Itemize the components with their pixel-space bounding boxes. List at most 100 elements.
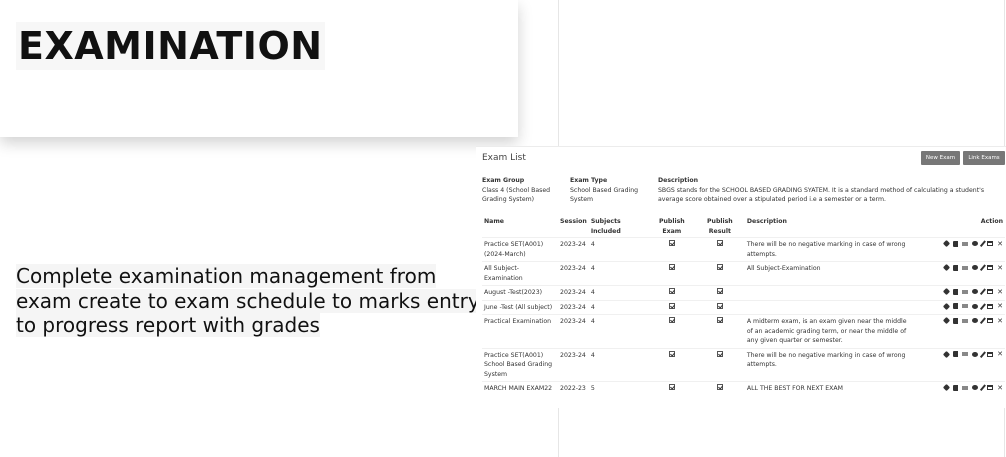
close-icon[interactable]: ✕ xyxy=(997,303,1003,310)
close-icon[interactable]: ✕ xyxy=(997,288,1003,295)
calendar-icon[interactable] xyxy=(987,241,994,246)
publish-exam-checkbox[interactable] xyxy=(668,317,675,323)
card-icon[interactable] xyxy=(961,241,968,246)
pencil-icon[interactable] xyxy=(979,350,986,358)
card-icon[interactable] xyxy=(961,385,968,390)
calendar-icon[interactable] xyxy=(987,318,994,323)
new-exam-button[interactable]: New Exam xyxy=(921,151,960,165)
calendar-icon[interactable] xyxy=(987,265,994,270)
tag-icon[interactable] xyxy=(942,263,950,272)
table-body: Practice SET(A001) (2024-March) 2023-24 4 T… xyxy=(482,237,1005,396)
exam-session-cell: 2023-24 xyxy=(558,237,589,262)
exam-description-cell: There will be no negative marking in cas… xyxy=(744,237,915,262)
exam-description-cell: All Subject-Examination xyxy=(744,261,915,286)
book-icon[interactable] xyxy=(952,384,958,391)
card-icon[interactable] xyxy=(961,289,968,294)
pencil-icon[interactable] xyxy=(979,317,986,324)
card-icon[interactable] xyxy=(961,304,968,308)
calendar-icon[interactable] xyxy=(987,289,994,294)
exam-subjects-cell: 4 xyxy=(588,347,649,382)
exam-subjects-cell: 5 xyxy=(588,381,649,396)
publish-result-cell xyxy=(694,285,745,300)
tag-icon[interactable] xyxy=(942,239,950,248)
action-icons: ✕ xyxy=(942,239,1003,248)
hero-description: Complete examination management from exa… xyxy=(16,264,486,338)
publish-exam-checkbox[interactable] xyxy=(668,302,675,309)
publish-result-checkbox[interactable] xyxy=(716,350,723,357)
comment-icon[interactable] xyxy=(971,351,978,357)
publish-exam-checkbox[interactable] xyxy=(668,350,675,357)
book-icon[interactable] xyxy=(952,303,958,309)
close-icon[interactable]: ✕ xyxy=(997,384,1003,391)
link-exams-button[interactable]: Link Exams xyxy=(963,151,1005,165)
close-icon[interactable]: ✕ xyxy=(997,264,1003,271)
pencil-icon[interactable] xyxy=(979,264,986,271)
action-icons: ✕ xyxy=(942,316,1003,325)
pencil-icon[interactable] xyxy=(979,240,986,247)
publish-exam-checkbox[interactable] xyxy=(668,264,675,270)
close-icon[interactable]: ✕ xyxy=(997,351,1003,358)
exam-name-cell: Practice SET(A001) (2024-March) xyxy=(482,237,559,262)
publish-result-checkbox[interactable] xyxy=(716,317,723,323)
hero-description-line-1: Complete examination management from xyxy=(16,264,437,288)
publish-result-cell xyxy=(694,347,745,382)
card-icon[interactable] xyxy=(961,352,968,356)
calendar-icon[interactable] xyxy=(987,351,994,357)
card-icon[interactable] xyxy=(961,318,968,323)
action-icons: ✕ xyxy=(942,302,1003,310)
publish-exam-checkbox[interactable] xyxy=(668,240,675,246)
publish-exam-cell xyxy=(648,285,695,300)
exam-name-cell: MARCH MAIN EXAM22 xyxy=(482,381,559,396)
book-icon[interactable] xyxy=(952,240,958,247)
action-cell: ✕ xyxy=(914,314,1005,348)
publish-result-checkbox[interactable] xyxy=(716,384,723,390)
close-icon[interactable]: ✕ xyxy=(997,240,1003,247)
hero-description-line-3: to progress report with grades xyxy=(16,313,320,337)
exam-description-cell xyxy=(744,299,915,315)
publish-result-checkbox[interactable] xyxy=(716,264,723,270)
publish-exam-cell xyxy=(648,381,695,396)
calendar-icon[interactable] xyxy=(987,303,994,309)
publish-exam-checkbox[interactable] xyxy=(668,288,675,294)
comment-icon[interactable] xyxy=(971,318,978,323)
table-row: MARCH MAIN EXAM22 2022-23 5 ALL THE BEST FO… xyxy=(482,381,1005,396)
exam-description-label: Description xyxy=(658,177,699,184)
publish-exam-checkbox[interactable] xyxy=(668,384,675,390)
exam-type-info: Exam Type School Based Grading System xyxy=(570,176,648,205)
book-icon[interactable] xyxy=(952,317,958,324)
comment-icon[interactable] xyxy=(971,241,978,246)
exam-subjects-cell: 4 xyxy=(588,314,649,348)
close-icon[interactable]: ✕ xyxy=(997,317,1003,324)
comment-icon[interactable] xyxy=(971,303,978,309)
publish-result-checkbox[interactable] xyxy=(716,240,723,246)
publish-result-cell xyxy=(694,381,745,396)
publish-result-checkbox[interactable] xyxy=(716,288,723,294)
exam-description-value: SBGS stands for the SCHOOL BASED GRADING… xyxy=(658,186,985,204)
tag-icon[interactable] xyxy=(942,383,950,392)
column-header-description: Description xyxy=(746,218,787,225)
action-cell: ✕ xyxy=(914,285,1005,300)
tag-icon[interactable] xyxy=(942,287,950,296)
pencil-icon[interactable] xyxy=(979,288,986,295)
comment-icon[interactable] xyxy=(971,385,978,390)
hero-description-line-2: exam create to exam schedule to marks en… xyxy=(16,288,480,313)
book-icon[interactable] xyxy=(952,264,958,271)
publish-result-checkbox[interactable] xyxy=(716,302,723,309)
comment-icon[interactable] xyxy=(971,265,978,270)
book-icon[interactable] xyxy=(952,288,958,295)
comment-icon[interactable] xyxy=(971,289,978,294)
tag-icon[interactable] xyxy=(942,316,950,325)
pencil-icon[interactable] xyxy=(979,384,986,391)
action-cell: ✕ xyxy=(914,299,1005,315)
tag-icon[interactable] xyxy=(942,350,950,358)
calendar-icon[interactable] xyxy=(987,385,994,390)
exam-session-cell: 2023-24 xyxy=(558,261,589,286)
action-icons: ✕ xyxy=(942,383,1003,392)
publish-exam-cell xyxy=(648,237,695,262)
book-icon[interactable] xyxy=(952,351,958,357)
card-icon[interactable] xyxy=(961,265,968,270)
exam-name-cell: June -Test (All subject) xyxy=(482,299,559,315)
pencil-icon[interactable] xyxy=(979,302,986,310)
tag-icon[interactable] xyxy=(942,302,950,310)
exam-name-cell: Practical Examination xyxy=(482,314,559,348)
